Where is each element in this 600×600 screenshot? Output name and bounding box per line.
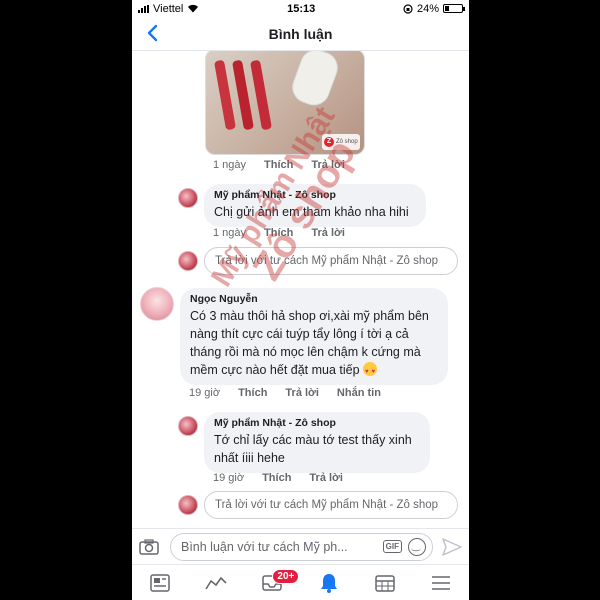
avatar[interactable] — [178, 416, 198, 436]
status-bar: Viettel 15:13 24% — [132, 0, 469, 17]
tab-menu[interactable] — [421, 568, 461, 598]
comment-text: Tớ chỉ lấy các màu tớ test thấy xinh nhấ… — [214, 433, 412, 465]
signal-icon — [138, 4, 149, 13]
comment-meta: 19 giờ Thích Trả lời Nhắn tin — [189, 387, 381, 399]
reply-input[interactable]: Trả lời với tư cách Mỹ phẩm Nhật - Zô sh… — [204, 247, 458, 275]
shop-badge: Z Zô shop — [322, 134, 360, 150]
attached-photo[interactable]: Z Zô shop — [205, 51, 365, 155]
heart-eyes-emoji-icon — [363, 362, 378, 381]
comment-meta: 19 giờ Thích Trả lời — [213, 472, 343, 484]
reply-button[interactable]: Trả lời — [309, 472, 343, 484]
comments-feed[interactable]: Z Zô shop 1 ngày Thích Trả lời Mỹ phẩm Nh… — [132, 51, 469, 526]
camera-button[interactable] — [138, 536, 160, 558]
page-title: Bình luận — [268, 25, 333, 42]
comment-time: 19 giờ — [213, 472, 245, 484]
battery-icon — [442, 4, 465, 13]
wifi-icon — [188, 4, 199, 13]
avatar[interactable] — [178, 188, 198, 208]
comment-time: 1 ngày — [213, 159, 247, 171]
message-button[interactable]: Nhắn tin — [337, 387, 381, 399]
news-feed-icon — [150, 573, 170, 592]
avatar[interactable] — [140, 287, 174, 321]
reply-button[interactable]: Trả lời — [285, 387, 319, 399]
comment-time: 19 giờ — [189, 387, 221, 399]
comment-meta: 1 ngày Thích Trả lời — [213, 159, 345, 171]
comment-input-placeholder: Bình luận với tư cách Mỹ ph... — [181, 539, 348, 554]
comment-author[interactable]: Mỹ phẩm Nhật - Zô shop — [214, 417, 420, 429]
comment-text: Chị gửi ảnh em tham khảo nha hihi — [214, 205, 409, 219]
send-icon — [442, 537, 462, 556]
comment-meta: 1 ngày Thích Trả lời — [213, 227, 345, 239]
battery-percent: 24% — [416, 2, 439, 15]
comment-input[interactable]: Bình luận với tư cách Mỹ ph... GIF — [170, 532, 433, 561]
comment-bubble[interactable]: Mỹ phẩm Nhật - Zô shop Chị gửi ảnh em th… — [204, 184, 426, 227]
rotation-lock-icon — [403, 3, 413, 14]
comment-text: Có 3 màu thôi hả shop ơi,xài mỹ phẩm bên… — [190, 309, 429, 377]
phone-screen: Viettel 15:13 24% Bình luận Z Zô shop 1 n… — [132, 0, 469, 600]
comment-bubble[interactable]: Ngọc Nguyễn Có 3 màu thôi hả shop ơi,xài… — [180, 288, 448, 385]
nav-bar: Bình luận — [132, 17, 469, 51]
comment-composer: Bình luận với tư cách Mỹ ph... GIF — [132, 528, 469, 564]
like-button[interactable]: Thích — [262, 472, 291, 484]
notification-badge: 20+ — [272, 568, 300, 584]
like-button[interactable]: Thích — [238, 387, 267, 399]
comment-author[interactable]: Ngọc Nguyễn — [190, 293, 438, 305]
tab-notifications[interactable] — [309, 568, 349, 598]
swatch-3 — [249, 59, 273, 131]
tab-insights[interactable] — [196, 568, 236, 598]
hamburger-menu-icon — [431, 575, 450, 590]
reply-button[interactable]: Trả lời — [311, 227, 345, 239]
reply-button[interactable]: Trả lời — [311, 159, 345, 171]
camera-icon — [139, 538, 159, 555]
carrier-name: Viettel — [153, 2, 184, 15]
tab-bar: 20+ — [132, 564, 469, 600]
bell-icon — [320, 573, 337, 593]
comment-author[interactable]: Mỹ phẩm Nhật - Zô shop — [214, 189, 416, 201]
avatar — [178, 251, 198, 271]
clock: 15:13 — [287, 2, 316, 15]
like-button[interactable]: Thích — [264, 227, 293, 239]
comment-time: 1 ngày — [213, 227, 247, 239]
avatar — [178, 495, 198, 515]
send-button[interactable] — [441, 536, 463, 558]
calendar-icon — [374, 574, 395, 592]
like-button[interactable]: Thích — [264, 159, 293, 171]
chart-line-icon — [205, 576, 227, 589]
chevron-left-icon — [147, 24, 157, 42]
comment-bubble[interactable]: Mỹ phẩm Nhật - Zô shop Tớ chỉ lấy các mà… — [204, 412, 430, 473]
emoji-icon[interactable] — [408, 537, 426, 556]
lipstick-tube — [287, 51, 343, 110]
tab-calendar[interactable] — [365, 568, 405, 598]
gif-button[interactable]: GIF — [382, 540, 402, 553]
tab-inbox[interactable]: 20+ — [252, 568, 300, 598]
tab-news-feed[interactable] — [140, 568, 180, 598]
back-button[interactable] — [142, 23, 162, 43]
reply-input[interactable]: Trả lời với tư cách Mỹ phẩm Nhật - Zô sh… — [204, 491, 458, 519]
